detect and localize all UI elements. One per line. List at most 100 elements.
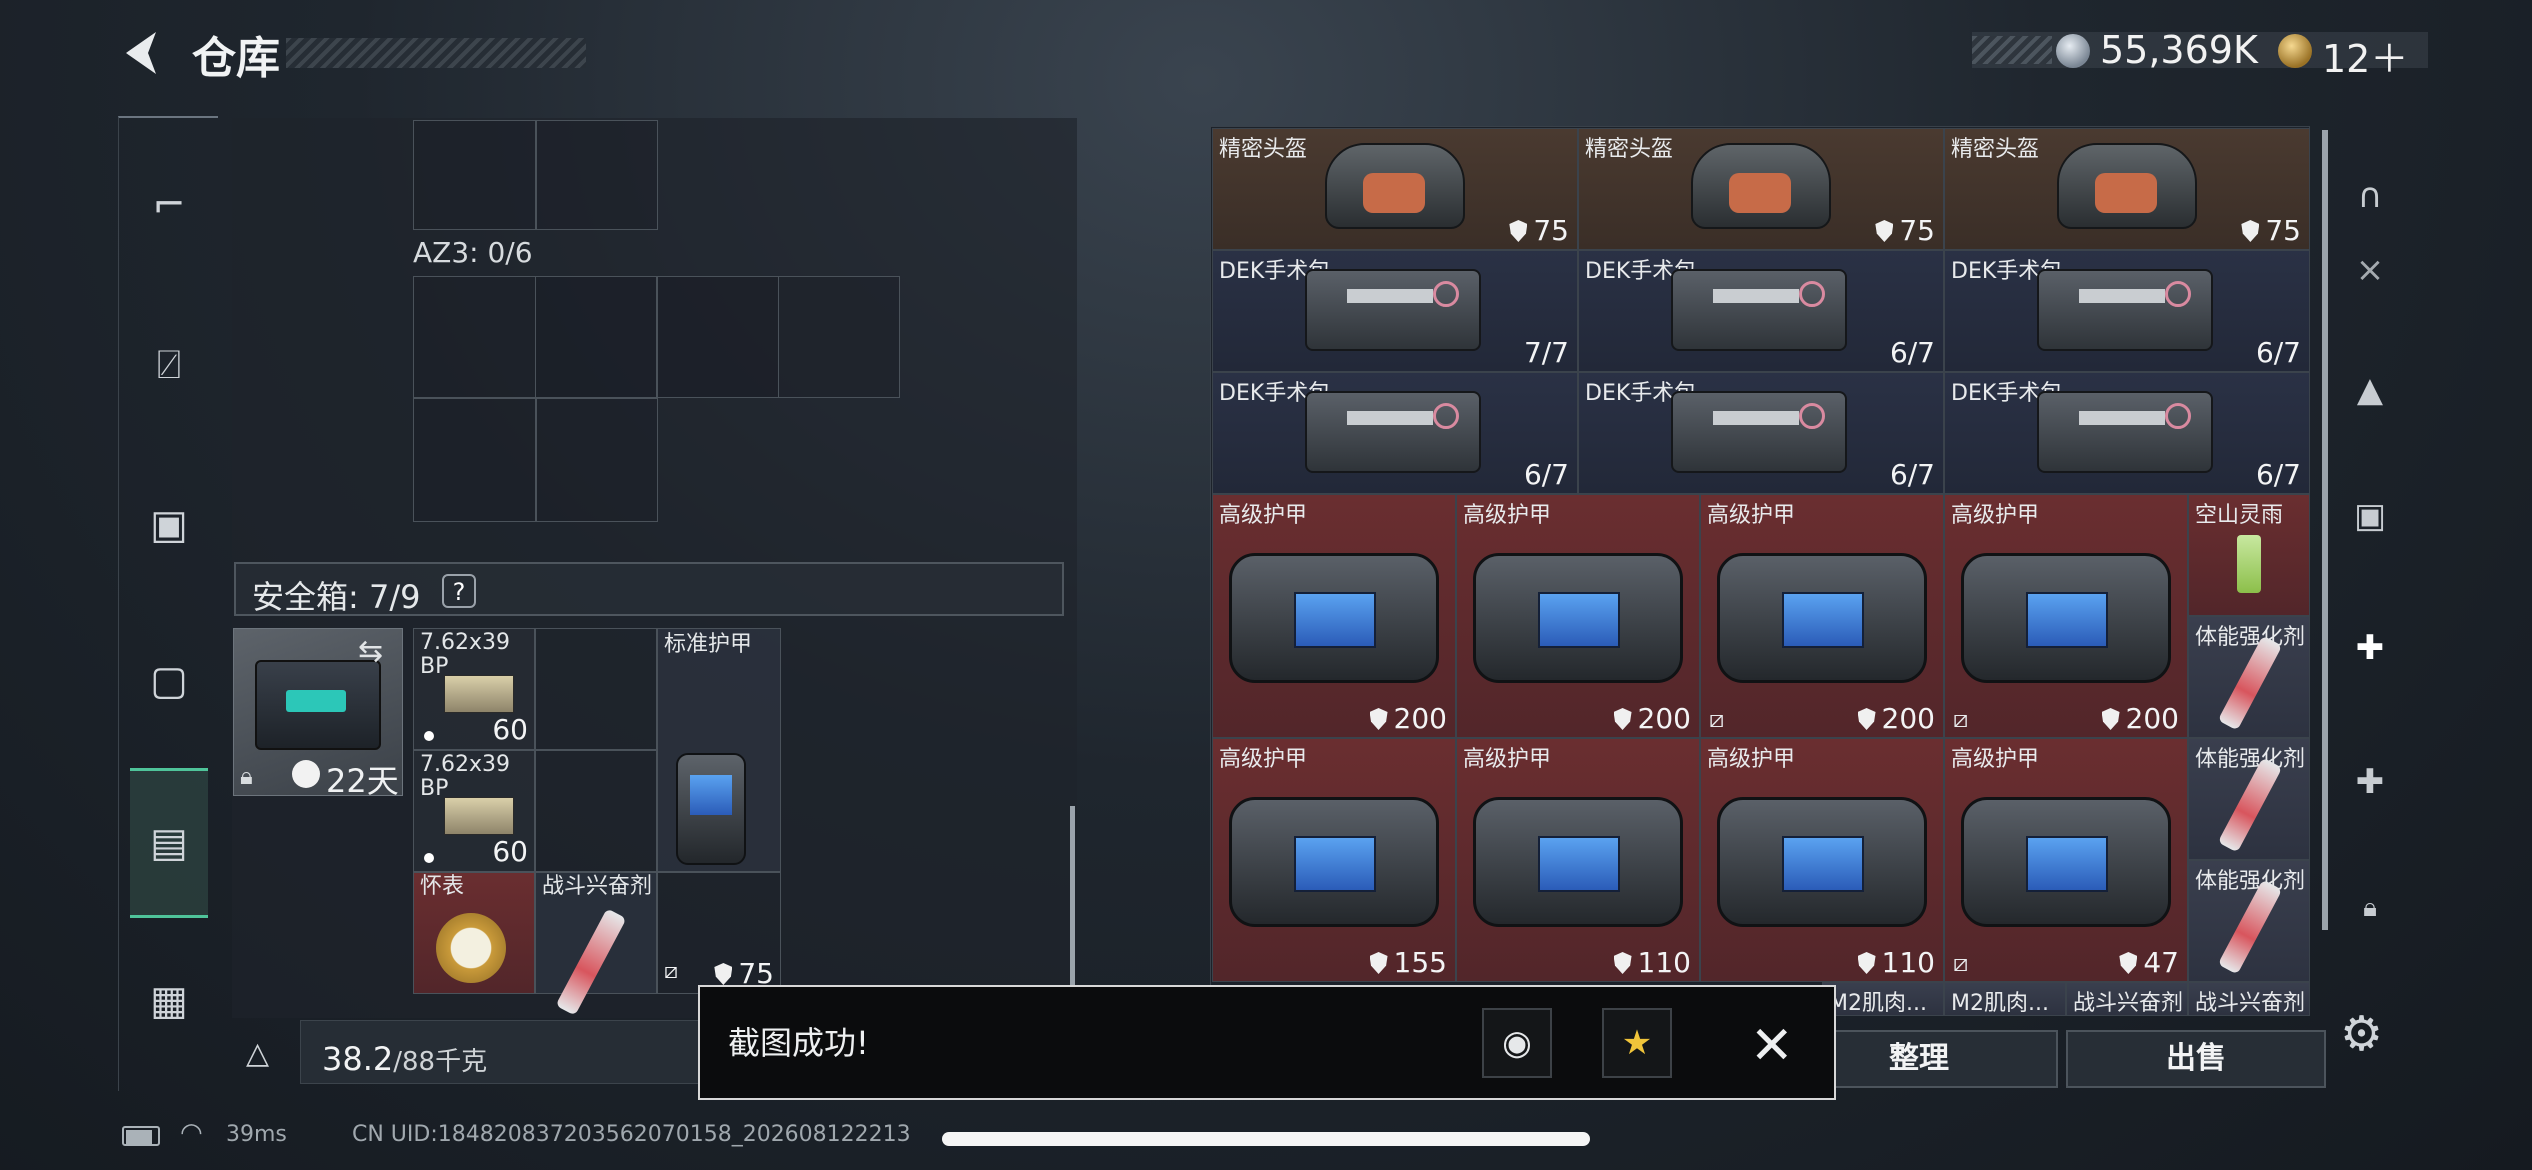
item-name: 高级护甲 bbox=[1463, 503, 1552, 528]
armor-item[interactable]: 高级护甲 200 bbox=[1212, 494, 1456, 738]
help-button[interactable]: ? bbox=[442, 574, 476, 608]
helmet-item[interactable]: 精密头盔 75 bbox=[1944, 128, 2310, 250]
medkit-item[interactable]: DEK手术包 6/7 bbox=[1944, 372, 2310, 494]
right-scrollbar[interactable] bbox=[2322, 130, 2328, 930]
medkit-item[interactable]: DEK手术包 6/7 bbox=[1212, 372, 1578, 494]
ammo-dot bbox=[424, 853, 434, 863]
safe-box-icon[interactable]: ▤ bbox=[130, 804, 208, 882]
medkit-bag-icon bbox=[2037, 391, 2213, 473]
pouch-icon[interactable]: ▢ bbox=[130, 642, 208, 720]
shield-icon bbox=[1875, 220, 1894, 242]
qzone-share-icon[interactable]: ★ bbox=[1602, 1008, 1672, 1078]
item-value: 47 bbox=[2119, 946, 2179, 979]
ammo-count: 60 bbox=[492, 713, 528, 746]
gear-tier4-icon[interactable]: ▣ bbox=[2340, 486, 2400, 546]
currency-gold-value[interactable]: 12＋ bbox=[2322, 28, 2408, 83]
armor-vest-icon bbox=[1229, 797, 1439, 927]
medkit-item[interactable]: DEK手术包 6/7 bbox=[1578, 372, 1944, 494]
safe-box-capacity: 安全箱: 7/9 bbox=[252, 578, 421, 616]
shield-icon bbox=[1857, 952, 1876, 974]
uid-text: CN UID:18482083720356207015​8_2026081222… bbox=[352, 1122, 911, 1147]
drink-item[interactable]: 空山灵雨 bbox=[2188, 494, 2310, 616]
armor-item[interactable]: 高级护甲 110 bbox=[1456, 738, 1700, 982]
restricted-icon: ⧄ bbox=[1709, 705, 1725, 733]
armor-item[interactable]: 高级护甲 110 bbox=[1700, 738, 1944, 982]
armor-vest-icon bbox=[1961, 553, 2171, 683]
first-aid-label bbox=[2079, 411, 2165, 425]
container-slot[interactable] bbox=[657, 276, 779, 398]
armor-item[interactable]: 高级护甲 200 bbox=[1456, 494, 1700, 738]
medkit-tier2-icon[interactable]: ✚ bbox=[2340, 752, 2400, 812]
item-name: 高级护甲 bbox=[1463, 747, 1552, 772]
qq-share-icon[interactable]: ◉ bbox=[1482, 1008, 1552, 1078]
safe-slot-empty[interactable] bbox=[535, 628, 657, 750]
home-indicator[interactable] bbox=[942, 1132, 1590, 1146]
watch-name: 怀表 bbox=[420, 874, 465, 899]
sell-button[interactable]: 出售 bbox=[2066, 1030, 2326, 1088]
armor-item[interactable]: 高级护甲 ⧄ 200 bbox=[1944, 494, 2188, 738]
scissors-icon bbox=[1433, 281, 1459, 307]
armor-plate-icon bbox=[1782, 836, 1864, 892]
currency-decoration bbox=[1972, 36, 2052, 64]
safe-slot-ammo-1[interactable]: 7.62x39 BP 60 bbox=[413, 628, 535, 750]
helmet-filter-icon[interactable]: ∩ bbox=[2340, 166, 2400, 226]
wifi-icon: ◠ bbox=[180, 1118, 203, 1148]
stamina-booster-item[interactable]: 体能强化剂 bbox=[2188, 738, 2310, 860]
item-value: 6/7 bbox=[1889, 458, 1935, 491]
shield-icon bbox=[1857, 708, 1876, 730]
stamina-booster-item[interactable]: 体能强化剂 bbox=[2188, 616, 2310, 738]
briefcase-icon[interactable]: ▦ bbox=[130, 962, 208, 1040]
armor-item[interactable]: 高级护甲 155 bbox=[1212, 738, 1456, 982]
medkit-tier4-icon[interactable]: ✚ bbox=[2340, 618, 2400, 678]
safe-slot-empty[interactable] bbox=[535, 750, 657, 872]
helmet-visor bbox=[1729, 173, 1791, 213]
medkit-item[interactable]: DEK手术包 6/7 bbox=[1944, 250, 2310, 372]
armor-vest-icon bbox=[1717, 553, 1927, 683]
left-scrollbar[interactable] bbox=[1070, 806, 1075, 1010]
medkit-item[interactable]: DEK手术包 7/7 bbox=[1212, 250, 1578, 372]
shield-icon bbox=[1613, 708, 1632, 730]
armor-item[interactable]: 高级护甲 ⧄ 200 bbox=[1700, 494, 1944, 738]
safe-slot-watch[interactable]: 怀表 bbox=[413, 872, 535, 994]
medkit-filter-icon[interactable]: ⨯ bbox=[2340, 240, 2400, 300]
lock-icon: 🔒︎ bbox=[2363, 893, 2377, 923]
ammo-box-icon bbox=[444, 675, 514, 713]
medkit-bag-icon bbox=[1305, 269, 1481, 351]
settings-gear-icon[interactable]: ⚙ bbox=[2340, 1006, 2383, 1062]
lock-icon: 🔒︎ bbox=[240, 762, 253, 790]
safe-slot-ammo-2[interactable]: 7.62x39 BP 60 bbox=[413, 750, 535, 872]
medkit-item[interactable]: DEK手术包 6/7 bbox=[1578, 250, 1944, 372]
stamina-booster-item[interactable]: 体能强化剂 bbox=[2188, 860, 2310, 982]
bottom-row-item[interactable]: 战斗兴奋剂 bbox=[2188, 982, 2310, 1016]
armor-plate-icon bbox=[1538, 592, 1620, 648]
bottom-row-item[interactable]: M2肌肉... bbox=[1944, 982, 2066, 1016]
restricted-icon: ⧄ bbox=[1953, 949, 1969, 977]
helmet-item[interactable]: 精密头盔 75 bbox=[1578, 128, 1944, 250]
bottom-row-item[interactable]: 战斗兴奋剂 bbox=[2066, 982, 2188, 1016]
scissors-icon bbox=[1433, 403, 1459, 429]
vest-icon[interactable]: ⍁ bbox=[130, 326, 208, 404]
drink-bottle-icon bbox=[2237, 535, 2261, 593]
container-label: AZ3: 0/6 bbox=[413, 236, 533, 269]
bottom-row-item[interactable]: M2肌肉... bbox=[1822, 982, 1944, 1016]
back-arrow-icon[interactable] bbox=[118, 28, 166, 78]
item-name: 精密头盔 bbox=[1951, 137, 2040, 162]
backpack-icon[interactable]: ▣ bbox=[130, 486, 208, 564]
gun-icon[interactable]: ⌐ bbox=[130, 166, 208, 244]
helmet-item[interactable]: 精密头盔 75 bbox=[1212, 128, 1578, 250]
item-value: 6/7 bbox=[2255, 458, 2301, 491]
armor-vest-icon bbox=[1229, 553, 1439, 683]
restricted-icon: ⧄ bbox=[664, 959, 678, 984]
armor-name: 标准护甲 bbox=[664, 632, 753, 657]
close-icon[interactable]: ✕ bbox=[1750, 1016, 1794, 1076]
item-value: 6/7 bbox=[2255, 336, 2301, 369]
armor-plate-icon bbox=[1782, 592, 1864, 648]
safe-slot-armor[interactable]: 标准护甲 bbox=[657, 628, 781, 872]
safe-slot-stimulant[interactable]: 战斗兴奋剂 bbox=[535, 872, 657, 1016]
armor-plate-icon bbox=[1294, 592, 1376, 648]
swap-icon[interactable]: ⇆ bbox=[358, 634, 383, 669]
armor-item[interactable]: 高级护甲 ⧄ 47 bbox=[1944, 738, 2188, 982]
grid-divider bbox=[535, 120, 537, 230]
armor-tier4-icon[interactable]: ▲ bbox=[2340, 360, 2400, 420]
container-slot[interactable] bbox=[535, 276, 657, 398]
